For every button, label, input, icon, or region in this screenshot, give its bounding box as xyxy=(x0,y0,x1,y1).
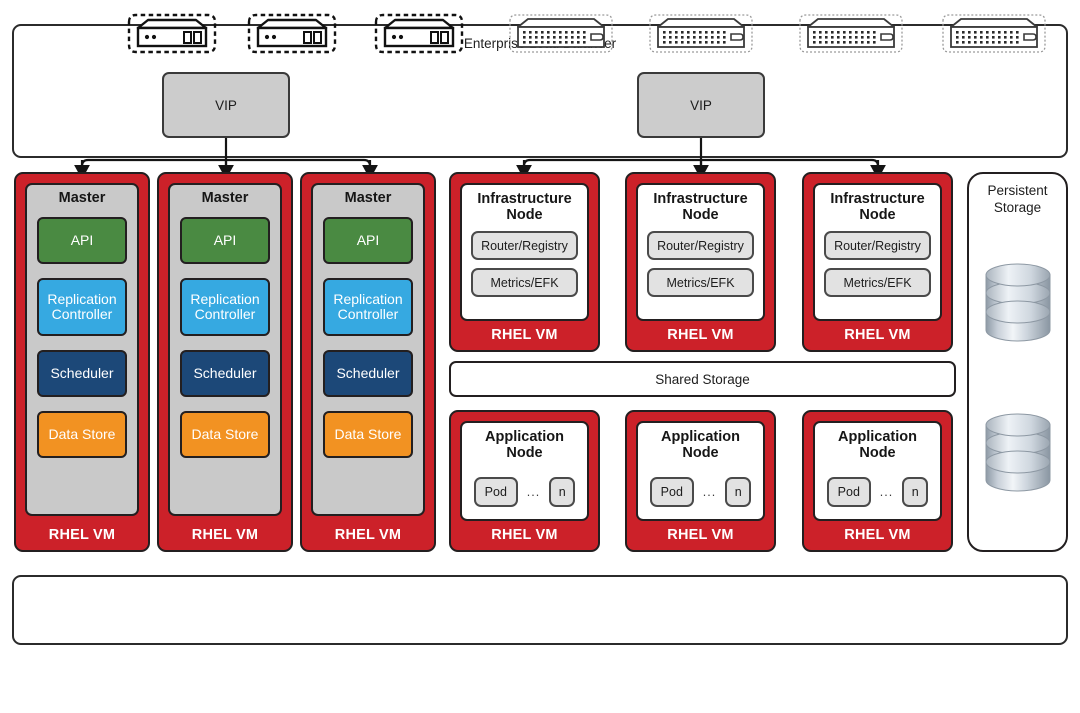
application-vm-3: Application Node Pod ... n RHEL VM xyxy=(802,410,953,552)
master-vm-label-2: RHEL VM xyxy=(191,527,259,543)
pod-chip-1: Pod xyxy=(473,477,518,507)
infrastructure-component-router-registry-2: Router/Registry xyxy=(647,231,754,260)
infrastructure-title-line1-3: Infrastructure xyxy=(830,191,925,207)
infrastructure-component-metrics-efk-1: Metrics/EFK xyxy=(471,268,578,297)
blade-chassis-icon-3 xyxy=(799,14,903,53)
master-service-data-store-2: Data Store xyxy=(180,411,270,458)
master-vm-1: Master API Replication Controller Schedu… xyxy=(14,172,150,552)
persistent-storage-panel: Persistent Storage xyxy=(967,172,1068,552)
database-cylinder-icon-2 xyxy=(985,413,1051,492)
infrastructure-title-1: Infrastructure Node xyxy=(462,185,587,223)
pod-row-2: Pod ... n xyxy=(638,477,763,507)
pod-row-3: Pod ... n xyxy=(815,477,940,507)
database-cylinder-icon-1 xyxy=(985,263,1051,342)
pod-n-chip-2: n xyxy=(725,477,752,507)
master-service-scheduler-2: Scheduler xyxy=(180,350,270,397)
master-vm-label-1: RHEL VM xyxy=(48,527,116,543)
shared-storage-bar: Shared Storage xyxy=(449,361,956,397)
pod-row-1: Pod ... n xyxy=(462,477,587,507)
infrastructure-component-router-registry-1: Router/Registry xyxy=(471,231,578,260)
master-service-api-1: API xyxy=(37,217,127,264)
application-title-2: Application Node xyxy=(638,423,763,461)
infrastructure-title-2: Infrastructure Node xyxy=(638,185,763,223)
application-panel-1: Application Node Pod ... n xyxy=(460,421,589,521)
master-service-replication-controller-1: Replication Controller xyxy=(37,278,127,336)
master-service-data-store-1: Data Store xyxy=(37,411,127,458)
infrastructure-vm-label-2: RHEL VM xyxy=(667,327,734,343)
master-service-scheduler-1: Scheduler xyxy=(37,350,127,397)
infrastructure-component-metrics-efk-2: Metrics/EFK xyxy=(647,268,754,297)
pod-n-chip-3: n xyxy=(902,477,929,507)
master-title-2: Master xyxy=(201,190,249,206)
application-title-line1-3: Application xyxy=(838,429,917,445)
infrastructure-title-3: Infrastructure Node xyxy=(815,185,940,223)
pod-ellipsis-1: ... xyxy=(526,485,541,499)
infrastructure-vm-label-1: RHEL VM xyxy=(491,327,558,343)
blade-chassis-icon-1 xyxy=(509,14,613,53)
pod-ellipsis-3: ... xyxy=(879,485,894,499)
master-service-api-3: API xyxy=(323,217,413,264)
pod-n-chip-1: n xyxy=(549,477,576,507)
hardware-rack xyxy=(12,575,1068,645)
master-service-replication-controller-3: Replication Controller xyxy=(323,278,413,336)
blade-chassis-icon-2 xyxy=(649,14,753,53)
blade-chassis-icon-4 xyxy=(942,14,1046,53)
master-panel-1: Master API Replication Controller Schedu… xyxy=(25,183,139,516)
application-panel-2: Application Node Pod ... n xyxy=(636,421,765,521)
infrastructure-vm-2: Infrastructure Node Router/Registry Metr… xyxy=(625,172,776,352)
infrastructure-title-line1-1: Infrastructure xyxy=(477,191,572,207)
infrastructure-title-line1-2: Infrastructure xyxy=(653,191,748,207)
master-vm-label-3: RHEL VM xyxy=(334,527,402,543)
application-title-line2-3: Node xyxy=(859,445,896,462)
application-vm-2: Application Node Pod ... n RHEL VM xyxy=(625,410,776,552)
master-service-replication-controller-2: Replication Controller xyxy=(180,278,270,336)
infrastructure-title-line2-3: Node xyxy=(859,207,896,224)
master-service-scheduler-3: Scheduler xyxy=(323,350,413,397)
application-vm-label-3: RHEL VM xyxy=(844,527,911,543)
application-panel-3: Application Node Pod ... n xyxy=(813,421,942,521)
master-panel-3: Master API Replication Controller Schedu… xyxy=(311,183,425,516)
application-title-line1-2: Application xyxy=(661,429,740,445)
application-title-line2-2: Node xyxy=(682,445,719,462)
application-vm-label-2: RHEL VM xyxy=(667,527,734,543)
pod-chip-3: Pod xyxy=(826,477,871,507)
infrastructure-panel-3: Infrastructure Node Router/Registry Metr… xyxy=(813,183,942,321)
application-title-1: Application Node xyxy=(462,423,587,461)
rack-server-icon-2 xyxy=(247,13,337,54)
vip-box-1: VIP xyxy=(162,72,290,138)
vip-box-2: VIP xyxy=(637,72,765,138)
persistent-storage-title-line2: Storage xyxy=(993,199,1042,215)
infrastructure-component-metrics-efk-3: Metrics/EFK xyxy=(824,268,931,297)
master-vm-2: Master API Replication Controller Schedu… xyxy=(157,172,293,552)
application-vm-1: Application Node Pod ... n RHEL VM xyxy=(449,410,600,552)
infrastructure-panel-1: Infrastructure Node Router/Registry Metr… xyxy=(460,183,589,321)
infrastructure-vm-label-3: RHEL VM xyxy=(844,327,911,343)
infrastructure-title-line2-2: Node xyxy=(682,207,719,224)
infrastructure-panel-2: Infrastructure Node Router/Registry Metr… xyxy=(636,183,765,321)
master-vm-3: Master API Replication Controller Schedu… xyxy=(300,172,436,552)
persistent-storage-title-line1: Persistent xyxy=(987,183,1048,198)
infrastructure-title-line2-1: Node xyxy=(506,207,543,224)
architecture-diagram: Enterprise Load Balancer VIP VIP xyxy=(0,0,1080,713)
infrastructure-component-router-registry-3: Router/Registry xyxy=(824,231,931,260)
persistent-storage-title: Persistent Storage xyxy=(969,174,1066,217)
application-title-3: Application Node xyxy=(815,423,940,461)
infrastructure-vm-1: Infrastructure Node Router/Registry Metr… xyxy=(449,172,600,352)
pod-ellipsis-2: ... xyxy=(702,485,717,499)
infrastructure-vm-3: Infrastructure Node Router/Registry Metr… xyxy=(802,172,953,352)
master-service-api-2: API xyxy=(180,217,270,264)
application-title-line2-1: Node xyxy=(506,445,543,462)
master-title-3: Master xyxy=(344,190,392,206)
application-vm-label-1: RHEL VM xyxy=(491,527,558,543)
master-panel-2: Master API Replication Controller Schedu… xyxy=(168,183,282,516)
master-title-1: Master xyxy=(58,190,106,206)
rack-server-icon-3 xyxy=(374,13,464,54)
application-title-line1-1: Application xyxy=(485,429,564,445)
rack-server-icon-1 xyxy=(127,13,217,54)
pod-chip-2: Pod xyxy=(649,477,694,507)
master-service-data-store-3: Data Store xyxy=(323,411,413,458)
